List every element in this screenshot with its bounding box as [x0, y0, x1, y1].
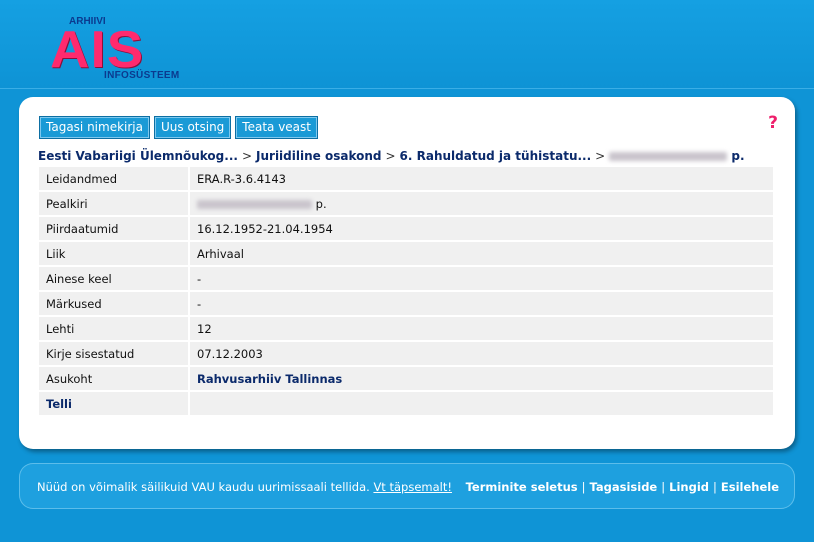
footer-links: Terminite seletus | Tagasiside | Lingid | Esil…: [466, 480, 779, 494]
field-label: Märkused: [39, 292, 190, 315]
table-row: Märkused -: [39, 292, 775, 315]
field-value: Arhivaal: [190, 242, 775, 265]
field-label: Asukoht: [39, 367, 190, 390]
new-search-button[interactable]: Uus otsing: [153, 116, 232, 139]
breadcrumb-item-series[interactable]: 6. Rahuldatud ja tühistatu...: [400, 149, 592, 163]
table-row: Leidandmed ERA.R-3.6.4143: [39, 167, 775, 190]
field-value: ERA.R-3.6.4143: [190, 167, 775, 190]
field-label: Liik: [39, 242, 190, 265]
table-row: Kirje sisestatud 07.12.2003: [39, 342, 775, 365]
table-row: Ainese keel -: [39, 267, 775, 290]
field-value: -: [190, 292, 775, 315]
field-label: Pealkiri: [39, 192, 190, 215]
field-label: Leidandmed: [39, 167, 190, 190]
logo-ais-text: AIS: [50, 21, 145, 79]
footer-link-links[interactable]: Lingid: [669, 480, 709, 494]
question-mark-icon[interactable]: ?: [768, 113, 778, 133]
footer-notice-text: Nüüd on võimalik säilikuid VAU kaudu uur…: [37, 480, 370, 494]
title-redacted-text: [197, 199, 312, 209]
record-detail-panel: Tagasi nimekirja Uus otsing Teata veast …: [19, 97, 795, 449]
ais-logo[interactable]: ARHIIVI AIS INFOSÜSTEEM: [50, 14, 200, 84]
footer-more-info-link[interactable]: Vt täpsemalt!: [373, 480, 452, 494]
footer-link-separator: |: [713, 480, 717, 494]
title-value-cell: p.: [190, 192, 775, 215]
field-value: 16.12.1952-21.04.1954: [190, 217, 775, 240]
table-row: Piirdaatumid 16.12.1952-21.04.1954: [39, 217, 775, 240]
footer-notice: Nüüd on võimalik säilikuid VAU kaudu uur…: [37, 480, 452, 494]
field-value: 07.12.2003: [190, 342, 775, 365]
field-value: 12: [190, 317, 775, 340]
table-row: Liik Arhivaal: [39, 242, 775, 265]
breadcrumb: Eesti Vabariigi Ülemnõukog... > Juriidilin…: [38, 149, 778, 163]
table-row: Pealkiri p.: [39, 192, 775, 215]
back-to-list-button[interactable]: Tagasi nimekirja: [39, 116, 150, 139]
location-link[interactable]: Rahvusarhiiv Tallinnas: [190, 367, 775, 390]
footer-link-separator: |: [661, 480, 666, 494]
field-label: Ainese keel: [39, 267, 190, 290]
breadcrumb-item-fond[interactable]: Eesti Vabariigi Ülemnõukog...: [38, 149, 238, 163]
field-value: p.: [315, 196, 327, 211]
footer-link-terms[interactable]: Terminite seletus: [466, 480, 578, 494]
field-value: -: [190, 267, 775, 290]
field-label: Kirje sisestatud: [39, 342, 190, 365]
table-row: Lehti 12: [39, 317, 775, 340]
header-band: ARHIIVI AIS INFOSÜSTEEM: [0, 0, 814, 89]
toolbar: Tagasi nimekirja Uus otsing Teata veast: [39, 116, 318, 139]
breadcrumb-current-suffix: p.: [731, 149, 745, 163]
table-row: Asukoht Rahvusarhiiv Tallinnas: [39, 367, 775, 390]
footer-link-separator: |: [581, 480, 586, 494]
empty-cell: [190, 392, 775, 415]
order-link[interactable]: Telli: [39, 392, 190, 415]
logo-infosusteem-text: INFOSÜSTEEM: [104, 70, 180, 81]
footer-panel: Nüüd on võimalik säilikuid VAU kaudu uur…: [19, 463, 795, 509]
footer-link-feedback[interactable]: Tagasiside: [590, 480, 658, 494]
field-label: Lehti: [39, 317, 190, 340]
footer-link-home[interactable]: Esilehele: [721, 480, 779, 494]
breadcrumb-item-department[interactable]: Juriidiline osakond: [256, 149, 381, 163]
breadcrumb-separator: >: [241, 149, 253, 163]
breadcrumb-redacted-text: [609, 152, 728, 161]
table-row: Telli: [39, 392, 775, 415]
record-details-table: Leidandmed ERA.R-3.6.4143 Pealkiri p. Pi…: [39, 165, 775, 417]
breadcrumb-separator: >: [595, 149, 606, 163]
breadcrumb-separator: >: [385, 149, 396, 163]
report-error-button[interactable]: Teata veast: [235, 116, 318, 139]
field-label: Piirdaatumid: [39, 217, 190, 240]
